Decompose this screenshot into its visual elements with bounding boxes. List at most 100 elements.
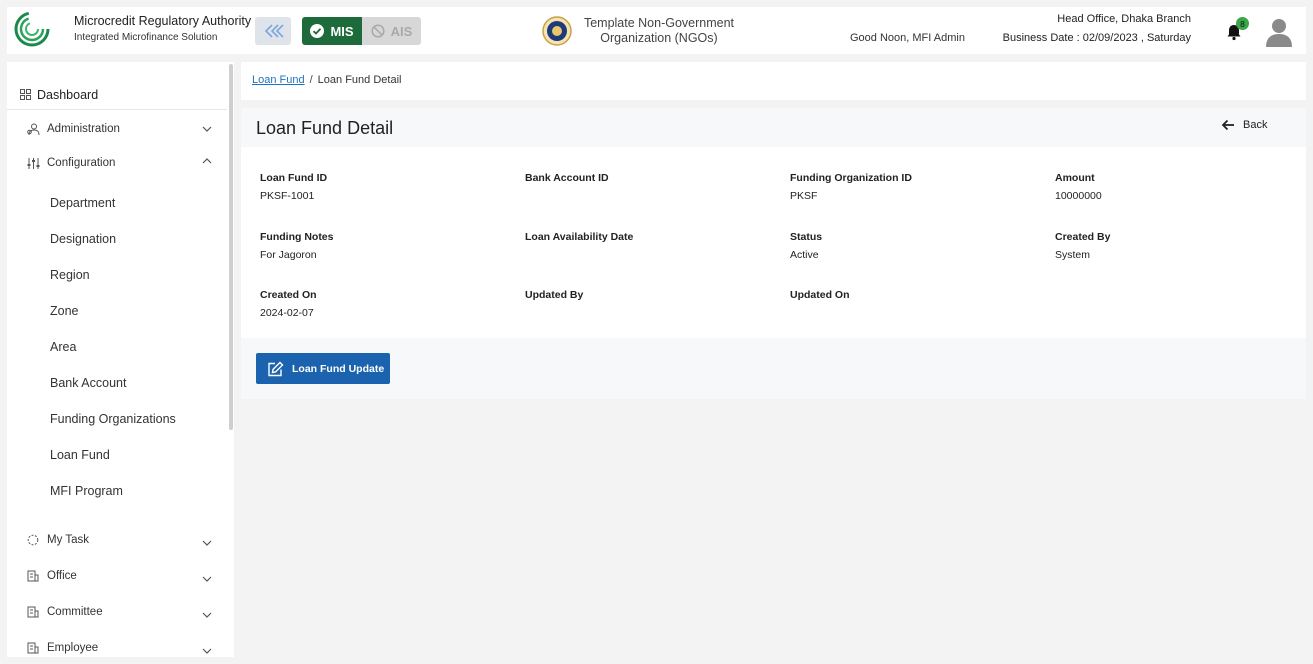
top-header: Microcredit Regulatory Authority Integra… xyxy=(7,7,1306,54)
detail-header: Loan Fund Detail Back xyxy=(241,108,1306,147)
sidebar-item-label: Office xyxy=(47,570,77,582)
sidebar-subitem-zone[interactable]: Zone xyxy=(50,304,79,318)
chevron-down-icon xyxy=(202,612,212,618)
sidebar-item-committee[interactable]: Committee xyxy=(7,599,227,625)
sidebar-item-label: Configuration xyxy=(47,157,116,169)
field-label: Created On xyxy=(260,289,317,301)
sidebar-subitem-department[interactable]: Department xyxy=(50,196,115,210)
chevron-down-icon xyxy=(202,126,212,132)
breadcrumb-link-loan-fund[interactable]: Loan Fund xyxy=(252,74,305,86)
field-label: Loan Availability Date xyxy=(525,231,634,243)
mis-mode-button[interactable]: MIS xyxy=(302,17,362,45)
user-avatar-icon[interactable] xyxy=(1265,17,1293,47)
breadcrumb-bar: Loan Fund / Loan Fund Detail xyxy=(241,62,1306,100)
org-seal-icon xyxy=(542,16,572,46)
detail-fields: Loan Fund ID PKSF-1001 Bank Account ID F… xyxy=(241,147,1306,338)
chevron-up-icon xyxy=(202,158,212,164)
sidebar-subitem-mfi-program[interactable]: MFI Program xyxy=(50,484,123,498)
field-value xyxy=(790,307,1040,319)
sidebar-item-label: Employee xyxy=(47,642,99,654)
field-updated-on: Updated On xyxy=(790,289,1040,319)
field-loan-fund-id: Loan Fund ID PKSF-1001 xyxy=(260,172,510,202)
sidebar-item-office[interactable]: Office xyxy=(7,563,227,589)
field-label: Bank Account ID xyxy=(525,172,609,184)
sidebar-subitem-area[interactable]: Area xyxy=(50,340,76,354)
sliders-icon xyxy=(26,156,40,170)
action-bar: Loan Fund Update xyxy=(241,338,1306,399)
business-date: Business Date : 02/09/2023 , Saturday xyxy=(1002,32,1191,44)
ais-mode-button[interactable]: AIS xyxy=(362,17,421,45)
field-created-on: Created On 2024-02-07 xyxy=(260,289,510,319)
spinner-icon xyxy=(26,533,40,547)
field-value: PKSF-1001 xyxy=(260,190,315,202)
field-value: For Jagoron xyxy=(260,249,317,261)
branch-name: Head Office, Dhaka Branch xyxy=(1057,13,1191,25)
sidebar-scrollbar[interactable] xyxy=(229,64,233,430)
breadcrumb: Loan Fund / Loan Fund Detail xyxy=(252,74,401,86)
chevron-down-icon xyxy=(202,540,212,546)
sidebar-item-label: My Task xyxy=(47,534,89,546)
field-value: System xyxy=(1055,249,1091,261)
field-value xyxy=(525,190,775,202)
field-value: 2024-02-07 xyxy=(260,307,314,319)
field-label: Created By xyxy=(1055,231,1111,243)
field-label: Funding Organization ID xyxy=(790,172,912,184)
field-value: Active xyxy=(790,249,819,261)
field-label: Loan Fund ID xyxy=(260,172,328,184)
field-label: Updated By xyxy=(525,289,584,301)
sidebar-item-label: Administration xyxy=(47,123,120,135)
field-loan-availability-date: Loan Availability Date xyxy=(525,231,775,261)
page-title: Loan Fund Detail xyxy=(256,118,394,138)
sidebar-subitem-designation[interactable]: Designation xyxy=(50,232,116,246)
field-bank-account-id: Bank Account ID xyxy=(525,172,775,202)
sidebar-item-configuration[interactable]: Configuration xyxy=(7,150,227,176)
grid-icon xyxy=(20,89,31,100)
collapse-sidebar-button[interactable] xyxy=(255,17,291,45)
sidebar: Dashboard Administration Configuration D… xyxy=(7,62,234,657)
sidebar-item-employee[interactable]: Employee xyxy=(7,635,227,657)
mra-logo-icon xyxy=(14,11,50,47)
sidebar-item-label: Committee xyxy=(47,606,103,618)
building-icon xyxy=(26,641,40,655)
admin-users-icon xyxy=(26,122,40,136)
breadcrumb-separator: / xyxy=(309,74,313,86)
field-label: Status xyxy=(790,231,823,243)
check-circle-icon xyxy=(310,24,325,38)
mode-toggle: MIS AIS xyxy=(302,17,421,45)
field-amount: Amount 10000000 xyxy=(1055,172,1305,202)
field-funding-organization-id: Funding Organization ID PKSF xyxy=(790,172,1040,202)
field-updated-by: Updated By xyxy=(525,289,775,319)
notification-count-badge: 8 xyxy=(1236,17,1249,30)
breadcrumb-current: Loan Fund Detail xyxy=(317,74,402,86)
sidebar-item-label: Dashboard xyxy=(37,87,99,102)
back-button[interactable]: Back xyxy=(1221,119,1267,131)
field-label: Amount xyxy=(1055,172,1095,184)
field-funding-notes: Funding Notes For Jagoron xyxy=(260,231,510,261)
sidebar-item-administration[interactable]: Administration xyxy=(7,116,227,142)
arrow-left-icon xyxy=(1221,119,1234,131)
user-greeting: Good Noon, MFI Admin xyxy=(850,32,965,44)
organization-name: Template Non-Government Organization (NG… xyxy=(583,16,735,45)
building-icon xyxy=(26,569,40,583)
building-icon xyxy=(26,605,40,619)
ban-icon xyxy=(371,24,385,38)
field-value xyxy=(525,249,775,261)
edit-icon xyxy=(268,361,284,376)
double-chevron-left-icon xyxy=(264,24,284,38)
chevron-down-icon xyxy=(202,648,212,654)
brand-title: Microcredit Regulatory Authority xyxy=(74,14,252,28)
sidebar-subitem-region[interactable]: Region xyxy=(50,268,90,282)
field-created-by: Created By System xyxy=(1055,231,1305,261)
field-status: Status Active xyxy=(790,231,1040,261)
sidebar-item-my-task[interactable]: My Task xyxy=(7,527,227,553)
update-button-label: Loan Fund Update xyxy=(292,362,385,375)
sidebar-item-dashboard[interactable]: Dashboard xyxy=(7,80,227,110)
field-value xyxy=(525,307,775,319)
sidebar-subitem-funding-organizations[interactable]: Funding Organizations xyxy=(50,412,176,426)
mis-label: MIS xyxy=(330,23,354,39)
ais-label: AIS xyxy=(390,23,413,39)
sidebar-subitem-bank-account[interactable]: Bank Account xyxy=(50,376,126,390)
loan-fund-update-button[interactable]: Loan Fund Update xyxy=(256,353,390,384)
sidebar-subitem-loan-fund[interactable]: Loan Fund xyxy=(50,448,110,462)
field-label: Updated On xyxy=(790,289,850,301)
